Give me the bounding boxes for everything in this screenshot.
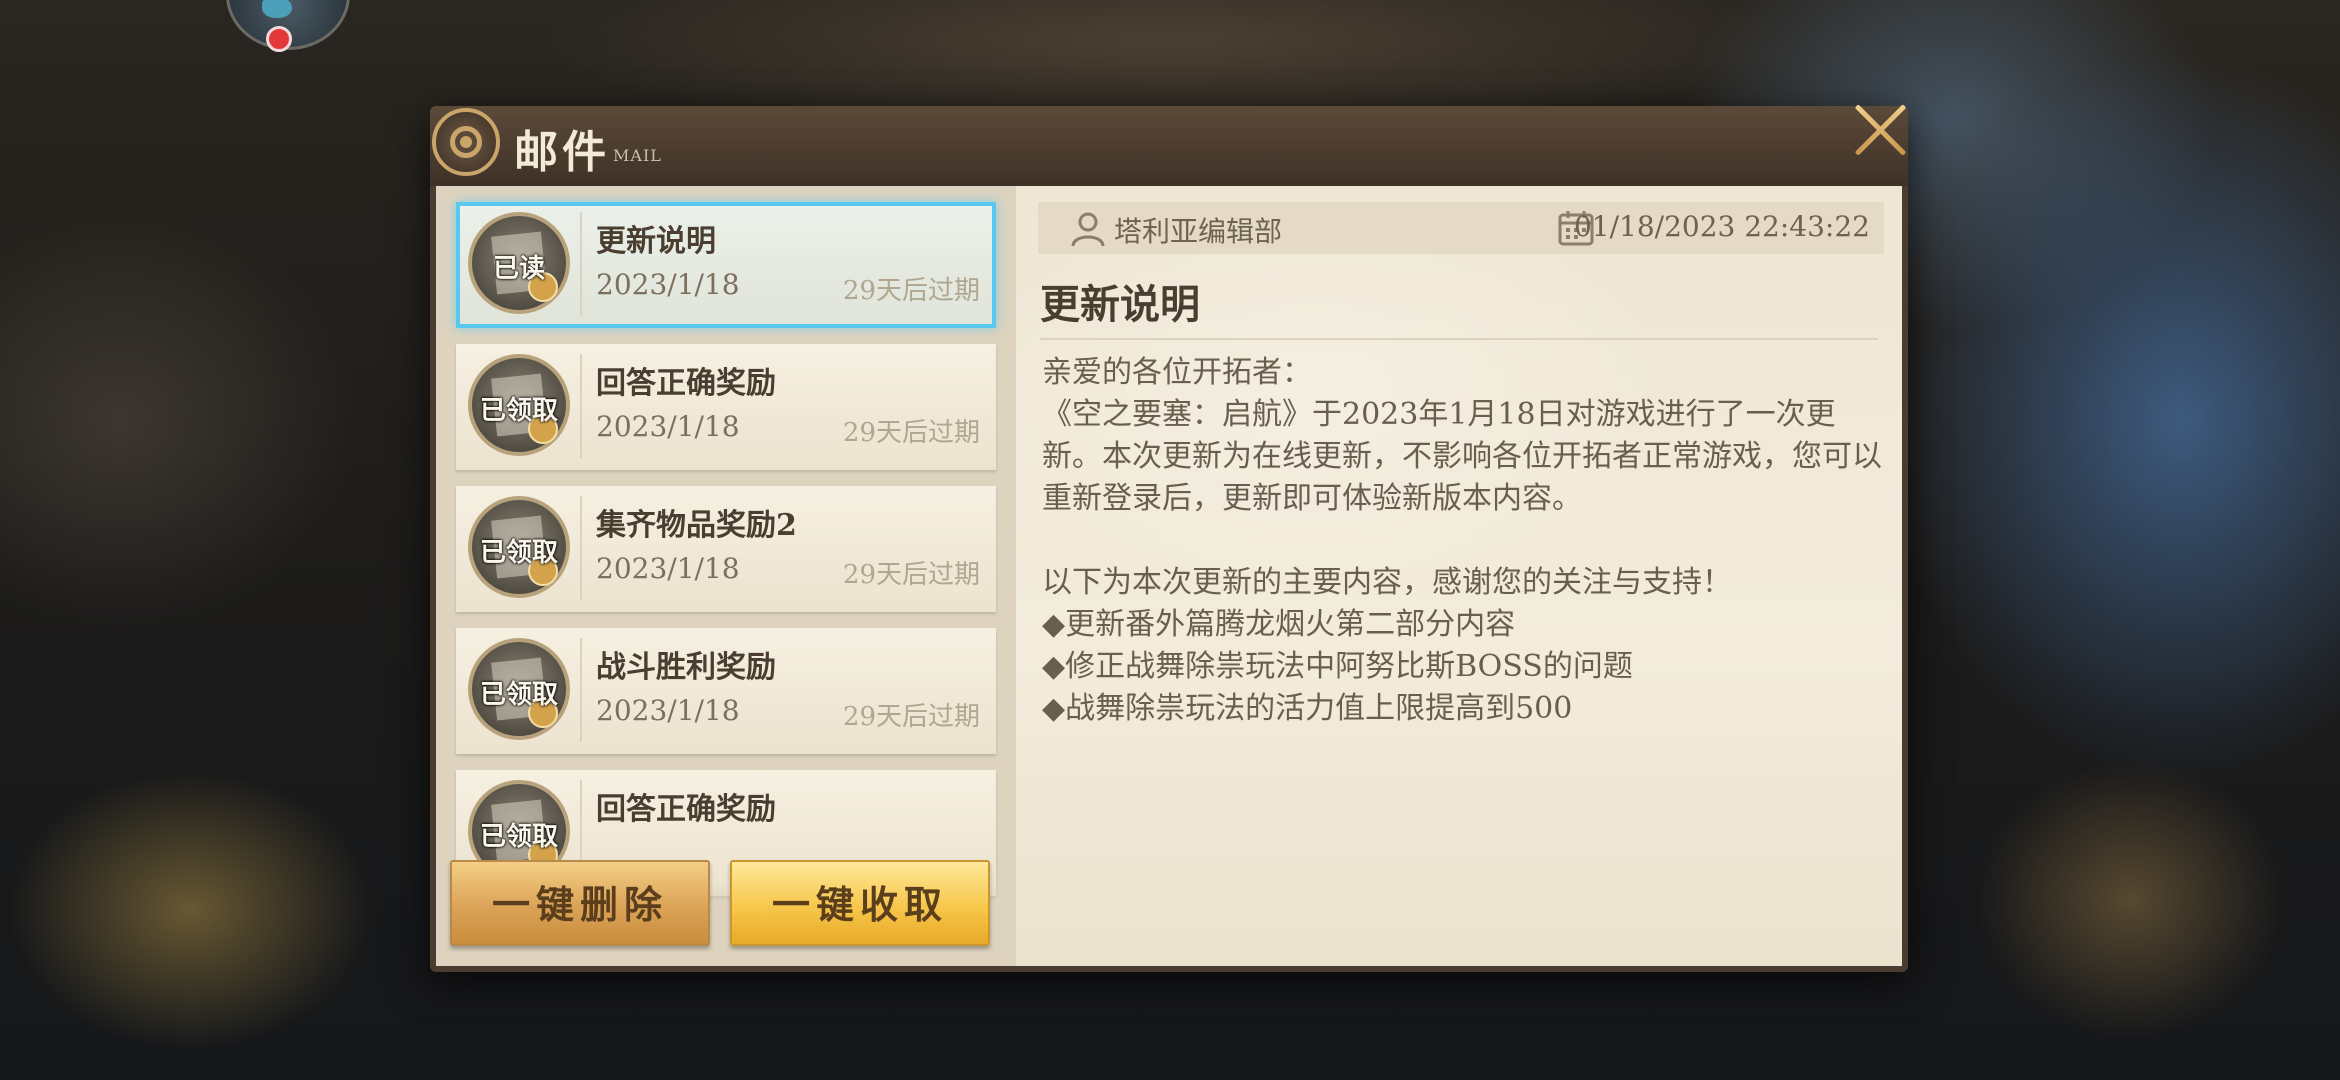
mail-item-title: 更新说明 xyxy=(596,224,716,259)
dialog-subtitle: MAIL xyxy=(613,146,662,165)
subject-divider xyxy=(1040,338,1878,340)
mail-status-label: 已领取 xyxy=(479,538,558,568)
pet-bird-icon xyxy=(262,0,292,18)
mail-status-label: 已领取 xyxy=(479,396,558,426)
mail-item-title: 战斗胜利奖励 xyxy=(596,650,776,685)
mail-item-title: 集齐物品奖励2 xyxy=(596,508,797,543)
dialog-title: 邮件 xyxy=(514,127,610,178)
mail-send-time: 01/18/2023 22:43:22 xyxy=(1573,210,1870,243)
collect-all-button[interactable]: 一键收取 xyxy=(730,860,990,946)
mail-status-label: 已领取 xyxy=(479,822,558,852)
notification-dot xyxy=(266,26,292,52)
mail-item-divider xyxy=(580,212,582,316)
mail-item-divider xyxy=(580,354,582,458)
mail-body-paragraph: 《空之要塞：启航》于2023年1月18日对游戏进行了一次更新。本次更新为在线更新… xyxy=(1042,397,1882,516)
mail-item-expire: 29天后过期 xyxy=(842,276,980,306)
mail-title-icon xyxy=(432,108,500,176)
mail-body-paragraph: ◆战舞除祟玩法的活力值上限提高到500 xyxy=(1042,691,1573,726)
mail-subject: 更新说明 xyxy=(1040,281,1200,328)
mail-status-label: 已领取 xyxy=(479,680,558,710)
mail-item-date: 2023/1/18 xyxy=(596,268,740,301)
mail-item[interactable]: 已读 更新说明 2023/1/18 29天后过期 xyxy=(456,202,996,328)
mail-dialog: 邮件 MAIL 已读 更新说明 2023/1/18 29天后过期 已领取 回答正确奖励 20… xyxy=(430,106,1908,972)
mail-list-panel: 已读 更新说明 2023/1/18 29天后过期 已领取 回答正确奖励 2023/1/18 2… xyxy=(436,186,1016,966)
mail-item-date: 2023/1/18 xyxy=(596,552,740,585)
mail-item-icon: 已领取 xyxy=(468,496,570,598)
mail-dialog-titlebar: 邮件 MAIL xyxy=(430,106,1908,186)
mail-body-spacer xyxy=(1042,520,1882,562)
mail-item[interactable]: 已领取 回答正确奖励 2023/1/18 29天后过期 xyxy=(456,344,996,470)
mail-detail-panel: 塔利亚编辑部 01/18/2023 22:43:22 更新说明 亲爱的各位开拓者… xyxy=(1016,186,1902,966)
mail-body-paragraph: ◆更新番外篇腾龙烟火第二部分内容 xyxy=(1042,607,1516,642)
mail-item-divider xyxy=(580,496,582,600)
mail-item-icon: 已读 xyxy=(468,212,570,314)
delete-all-button[interactable]: 一键删除 xyxy=(450,860,710,946)
mail-item-expire: 29天后过期 xyxy=(842,560,980,590)
mail-body: 亲爱的各位开拓者： 《空之要塞：启航》于2023年1月18日对游戏进行了一次更新。… xyxy=(1042,352,1882,730)
mail-body-paragraph: 以下为本次更新的主要内容，感谢您的关注与支持！ xyxy=(1042,565,1732,600)
mail-item-expire: 29天后过期 xyxy=(842,418,980,448)
mail-item-date: 2023/1/18 xyxy=(596,694,740,727)
mail-item-icon: 已领取 xyxy=(468,354,570,456)
mail-sender: 塔利亚编辑部 xyxy=(1114,215,1283,248)
mail-status-label: 已读 xyxy=(492,254,545,284)
person-icon xyxy=(1071,212,1105,247)
mail-body-paragraph: ◆修正战舞除祟玩法中阿努比斯BOSS的问题 xyxy=(1042,649,1633,684)
mail-item-title: 回答正确奖励 xyxy=(596,792,776,827)
mail-item[interactable]: 已领取 集齐物品奖励2 2023/1/18 29天后过期 xyxy=(456,486,996,612)
mail-item-icon: 已领取 xyxy=(468,638,570,740)
mail-meta-bar: 塔利亚编辑部 01/18/2023 22:43:22 xyxy=(1038,202,1884,254)
mail-item-expire: 29天后过期 xyxy=(842,702,980,732)
mail-item[interactable]: 已领取 战斗胜利奖励 2023/1/18 29天后过期 xyxy=(456,628,996,754)
mail-item-divider xyxy=(580,638,582,742)
mail-list[interactable]: 已读 更新说明 2023/1/18 29天后过期 已领取 回答正确奖励 2023/1/18 2… xyxy=(436,186,1016,914)
close-icon[interactable] xyxy=(1850,98,1910,158)
mail-item-title: 回答正确奖励 xyxy=(596,366,776,401)
mail-body-paragraph: 亲爱的各位开拓者： xyxy=(1042,355,1312,390)
mail-item-date: 2023/1/18 xyxy=(596,410,740,443)
